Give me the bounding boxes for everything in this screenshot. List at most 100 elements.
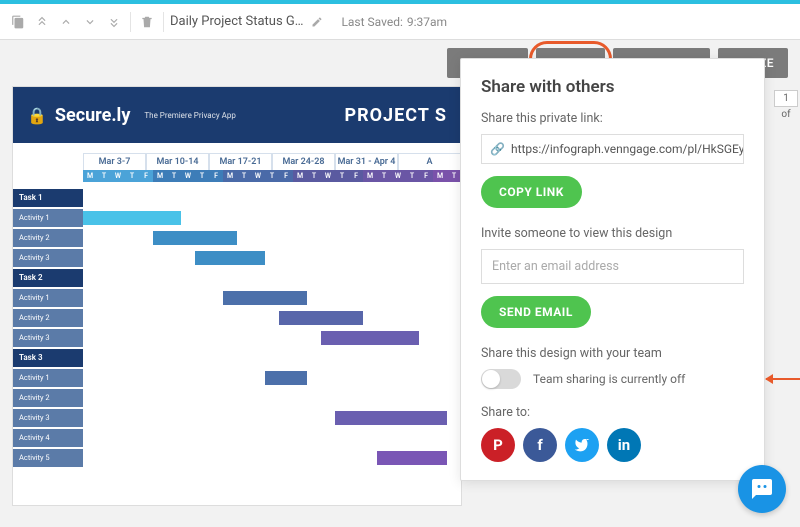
day-letter: T [447,170,461,182]
gantt-activity-row: Activity 3 [13,408,461,427]
gantt-bar [265,371,307,385]
gantt-row-label: Activity 3 [13,329,83,347]
gantt-task-row: Task 3 [13,348,461,367]
date-header: Mar 31 - Apr 4 [335,153,398,170]
day-letter: T [97,170,111,182]
trash-icon[interactable] [137,12,157,32]
brand-name: Secure.ly [55,105,130,126]
gantt-bar [83,211,181,225]
day-letter: F [349,170,363,182]
social-pinterest-button[interactable]: P [481,428,515,462]
gantt-row-label: Activity 1 [13,289,83,307]
chevron-down-icon[interactable] [80,12,100,32]
date-header: Mar 17-21 [209,153,272,170]
send-email-button[interactable]: SEND EMAIL [481,296,591,328]
edit-icon[interactable] [307,12,327,32]
share-link-field[interactable]: 🔗 https://infograph.venngage.com/pl/HkSG… [481,134,744,164]
social-linkedin-button[interactable]: in [607,428,641,462]
day-letter: W [181,170,195,182]
gantt-row-label: Task 3 [13,349,83,367]
day-letter: W [251,170,265,182]
email-input[interactable] [481,249,744,284]
gantt-activity-row: Activity 2 [13,388,461,407]
date-header: Mar 3-7 [83,153,146,170]
day-letter: W [391,170,405,182]
social-twitter-button[interactable] [565,428,599,462]
canvas-header: 🔒 Secure.ly The Premiere Privacy App PRO… [13,87,461,143]
chat-button[interactable] [738,465,786,513]
design-canvas[interactable]: 🔒 Secure.ly The Premiere Privacy App PRO… [12,86,462,506]
day-letter: W [321,170,335,182]
share-panel-title: Share with others [481,77,744,97]
day-letter: T [125,170,139,182]
copy-icon[interactable] [8,12,28,32]
chevrons-down-icon[interactable] [104,12,124,32]
gantt-bar [377,451,447,465]
gantt-row-label: Activity 5 [13,449,83,467]
gantt-row-label: Activity 3 [13,409,83,427]
link-icon: 🔗 [490,142,505,156]
lock-icon: 🔒 [27,106,47,125]
invite-label: Invite someone to view this design [481,226,744,241]
day-letter: W [111,170,125,182]
copy-link-button[interactable]: COPY LINK [481,176,582,208]
day-letter: M [293,170,307,182]
gantt-row-label: Activity 1 [13,209,83,227]
gantt-bar [321,331,419,345]
day-letter: M [83,170,97,182]
brand-tagline: The Premiere Privacy App [144,111,235,120]
share-to-label: Share to: [481,405,744,420]
day-letter: M [153,170,167,182]
gantt-activity-row: Activity 1 [13,368,461,387]
page-of: of [781,109,790,120]
gantt-row-label: Activity 4 [13,429,83,447]
team-share-label: Share this design with your team [481,346,744,361]
last-saved: Last Saved: 9:37am [341,15,447,29]
chevron-up-icon[interactable] [56,12,76,32]
gantt-bar [223,291,307,305]
chat-icon [750,477,774,501]
date-header: Mar 10-14 [146,153,209,170]
day-letter: T [307,170,321,182]
document-title[interactable]: Daily Project Status G… [170,14,303,29]
gantt-activity-row: Activity 4 [13,428,461,447]
day-letter: F [209,170,223,182]
gantt-activity-row: Activity 3 [13,328,461,347]
gantt-activity-row: Activity 3 [13,248,461,267]
day-letter: T [237,170,251,182]
gantt-row-label: Activity 2 [13,389,83,407]
gantt-row-label: Task 2 [13,269,83,287]
share-link-label: Share this private link: [481,111,744,126]
gantt-activity-row: Activity 1 [13,208,461,227]
gantt-bar [195,251,265,265]
page-number[interactable]: 1 [774,90,798,107]
day-letter: T [377,170,391,182]
gantt-task-row: Task 2 [13,268,461,287]
page-rail: 1 of [772,90,800,120]
gantt-bar [335,411,447,425]
day-letter: F [419,170,433,182]
gantt-bar [279,311,363,325]
gantt-task-row: Task 1 [13,188,461,207]
date-header: Mar 24-28 [272,153,335,170]
day-letter: T [167,170,181,182]
day-letter: T [195,170,209,182]
gantt-activity-row: Activity 5 [13,448,461,467]
social-facebook-button[interactable]: f [523,428,557,462]
gantt-row-label: Task 1 [13,189,83,207]
chevrons-up-icon[interactable] [32,12,52,32]
team-sharing-toggle[interactable] [481,369,521,389]
day-letter: T [335,170,349,182]
team-sharing-status: Team sharing is currently off [533,372,685,386]
top-toolbar: Daily Project Status G… Last Saved: 9:37… [0,4,800,40]
day-letter: M [433,170,447,182]
share-link-url: https://infograph.venngage.com/pl/HkSGEy… [511,142,744,156]
day-letter: M [223,170,237,182]
gantt-activity-row: Activity 2 [13,228,461,247]
gantt-bar [153,231,237,245]
date-header: A [398,153,461,170]
annotation-arrow [766,378,800,380]
day-letter: M [363,170,377,182]
project-title: PROJECT S [345,105,448,126]
day-letter: F [139,170,153,182]
